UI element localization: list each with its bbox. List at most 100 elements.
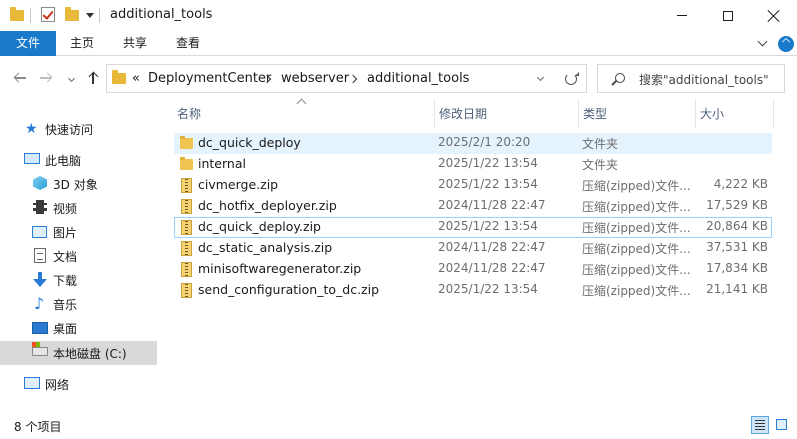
- file-size: 17,529 KB: [706, 198, 768, 212]
- sidebar-item-music[interactable]: ♪ 音乐: [0, 293, 157, 315]
- file-date: 2024/11/28 22:47: [438, 198, 546, 212]
- sidebar-item-desktop[interactable]: 桌面: [0, 317, 157, 339]
- item-count: 8 个项目: [14, 420, 62, 434]
- file-row[interactable]: dc_hotfix_deployer.zip 2024/11/28 22:47 …: [174, 196, 772, 217]
- maximize-button[interactable]: [705, 0, 751, 31]
- column-header-name[interactable]: 名称: [172, 100, 434, 128]
- breadcrumb-deploymentcenter[interactable]: DeploymentCenter: [148, 71, 271, 86]
- sidebar-item-downloads[interactable]: 下载: [0, 269, 157, 291]
- file-type: 压缩(zipped)文件...: [582, 200, 691, 214]
- sidebar-item-local-disk-c[interactable]: 本地磁盘 (C:): [0, 341, 157, 365]
- breadcrumb-overflow[interactable]: «: [132, 71, 140, 86]
- arrow-up-icon: [87, 72, 99, 84]
- details-view-button[interactable]: [751, 416, 769, 434]
- file-type: 压缩(zipped)文件...: [582, 284, 691, 298]
- file-row[interactable]: dc_static_analysis.zip 2024/11/28 22:47 …: [174, 238, 772, 259]
- forward-button[interactable]: [38, 70, 54, 86]
- search-input[interactable]: 搜索"additional_tools": [639, 71, 769, 88]
- file-type: 压缩(zipped)文件...: [582, 263, 691, 277]
- folder-icon: [10, 7, 24, 21]
- tab-share[interactable]: 共享: [111, 31, 159, 56]
- close-icon: [768, 10, 780, 22]
- search-box[interactable]: 搜索"additional_tools": [597, 64, 785, 93]
- zip-file-icon: [181, 283, 192, 298]
- tab-view[interactable]: 查看: [164, 31, 212, 56]
- up-button[interactable]: [86, 70, 100, 86]
- sidebar-item-label: 视频: [53, 202, 78, 216]
- folder-icon: [112, 70, 126, 84]
- arrow-left-icon: [14, 72, 26, 84]
- file-name: send_configuration_to_dc.zip: [198, 282, 380, 297]
- folder-icon: [180, 136, 193, 149]
- address-history-button[interactable]: [536, 73, 545, 82]
- sidebar-item-documents[interactable]: 文档: [0, 245, 157, 267]
- new-folder-icon[interactable]: [65, 7, 79, 21]
- pictures-icon: [32, 226, 47, 238]
- properties-checkmark-icon[interactable]: [41, 7, 55, 22]
- sidebar-item-label: 图片: [53, 226, 78, 240]
- file-row[interactable]: dc_quick_deploy 2025/2/1 20:20 文件夹: [174, 133, 772, 154]
- file-row[interactable]: dc_quick_deploy.zip 2025/1/22 13:54 压缩(z…: [174, 217, 772, 238]
- tab-home[interactable]: 主页: [58, 31, 106, 56]
- desktop-icon: [32, 322, 48, 334]
- file-size: 4,222 KB: [713, 177, 768, 191]
- arrow-right-icon: [40, 72, 52, 84]
- breadcrumb-webserver[interactable]: webserver: [281, 71, 349, 86]
- breadcrumb-additional-tools[interactable]: additional_tools: [367, 71, 469, 86]
- file-row[interactable]: send_configuration_to_dc.zip 2025/1/22 1…: [174, 280, 772, 301]
- column-header-size[interactable]: 大小: [695, 100, 773, 128]
- navigation-pane: ★ 快速访问 此电脑 3D 对象 视频 图片 文档 下载 ♪ 音乐 桌面 本地磁…: [0, 100, 157, 412]
- file-name: minisoftwaregenerator.zip: [198, 261, 362, 276]
- sidebar-item-network[interactable]: 网络: [0, 373, 157, 395]
- minimize-icon: [677, 15, 687, 16]
- help-icon[interactable]: [778, 36, 794, 52]
- file-row[interactable]: internal 2025/1/22 13:54 文件夹: [174, 154, 772, 175]
- file-type: 压缩(zipped)文件...: [582, 242, 691, 256]
- address-bar[interactable]: « DeploymentCenter webserver additional_…: [106, 64, 587, 93]
- sidebar-item-label: 下载: [53, 274, 78, 288]
- file-date: 2025/1/22 13:54: [438, 282, 538, 296]
- column-header-type[interactable]: 类型: [578, 100, 695, 128]
- videos-icon: [33, 200, 47, 214]
- sidebar-item-videos[interactable]: 视频: [0, 197, 157, 219]
- window-title: additional_tools: [110, 7, 213, 22]
- column-header-date[interactable]: 修改日期: [434, 100, 578, 128]
- file-row[interactable]: minisoftwaregenerator.zip 2024/11/28 22:…: [174, 259, 772, 280]
- sidebar-item-label: 音乐: [53, 298, 78, 312]
- sidebar-item-this-pc[interactable]: 此电脑: [0, 149, 157, 171]
- sidebar-item-label: 文档: [53, 250, 78, 264]
- tab-file[interactable]: 文件: [0, 31, 56, 56]
- navigation-bar: « DeploymentCenter webserver additional_…: [0, 57, 797, 100]
- sidebar-item-3d-objects[interactable]: 3D 对象: [0, 173, 157, 195]
- back-button[interactable]: [12, 70, 28, 86]
- large-icons-view-button[interactable]: [773, 416, 791, 434]
- close-button[interactable]: [751, 0, 797, 31]
- file-name: dc_quick_deploy: [198, 135, 301, 150]
- chevron-right-icon[interactable]: [348, 74, 358, 84]
- refresh-icon: [564, 71, 579, 85]
- zip-file-icon: [181, 241, 192, 256]
- file-date: 2025/1/22 13:54: [438, 177, 538, 191]
- expand-ribbon-chevron-down-icon[interactable]: [757, 36, 768, 47]
- file-name: civmerge.zip: [198, 177, 279, 192]
- maximize-icon: [723, 10, 733, 21]
- minimize-button[interactable]: [659, 0, 705, 31]
- separator: [30, 8, 31, 23]
- recent-locations-button[interactable]: [66, 70, 76, 86]
- sidebar-item-pictures[interactable]: 图片: [0, 221, 157, 243]
- sidebar-item-label: 桌面: [53, 322, 78, 336]
- documents-icon: [34, 248, 46, 263]
- sidebar-item-quick-access[interactable]: ★ 快速访问: [0, 118, 157, 140]
- 3d-objects-icon: [33, 176, 47, 190]
- column-divider[interactable]: [773, 100, 774, 128]
- customize-toolbar-chevron-down-icon[interactable]: [86, 13, 94, 18]
- sidebar-item-label: 快速访问: [45, 123, 94, 137]
- file-date: 2025/1/22 13:54: [438, 219, 538, 233]
- zip-file-icon: [181, 220, 192, 235]
- this-pc-icon: [24, 153, 40, 164]
- file-type: 压缩(zipped)文件...: [582, 179, 691, 193]
- file-size: 37,531 KB: [706, 240, 768, 254]
- refresh-button[interactable]: [555, 64, 587, 93]
- file-name: dc_static_analysis.zip: [198, 240, 333, 255]
- file-row[interactable]: civmerge.zip 2025/1/22 13:54 压缩(zipped)文…: [174, 175, 772, 196]
